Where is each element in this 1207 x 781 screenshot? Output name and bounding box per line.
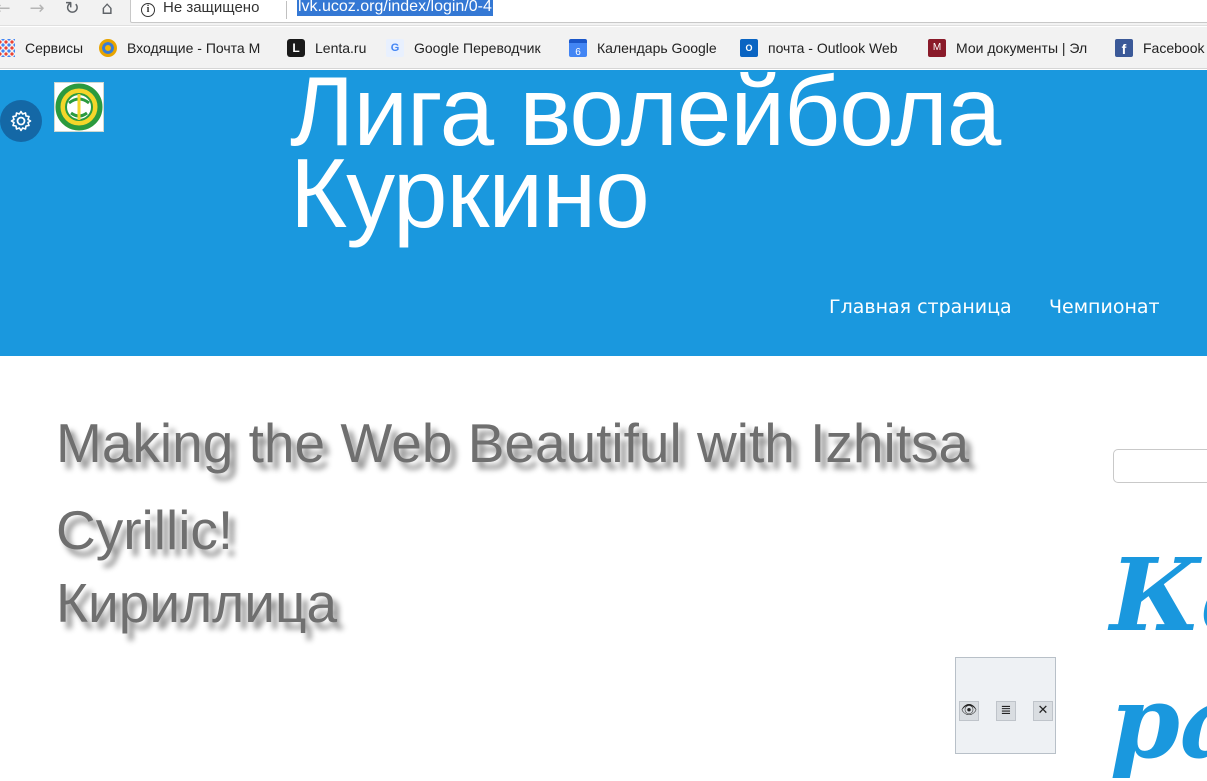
sidebar-decorative-heading-line2: ра	[1110, 663, 1207, 781]
bookmark-google-translate[interactable]: G Google Переводчик	[386, 38, 556, 58]
bookmark-lenta[interactable]: L Lenta.ru	[287, 38, 373, 58]
bookmark-google-calendar[interactable]: 6 Календарь Google	[569, 38, 729, 58]
bookmark-label: Мои документы | Эл	[956, 40, 1088, 56]
url-text[interactable]: lvk.ucoz.org/index/login/0-4	[297, 0, 493, 16]
apps-icon	[0, 39, 15, 57]
eye-icon[interactable]: 👁	[959, 701, 979, 721]
site-title[interactable]: Лига волейбола Куркино	[290, 62, 1001, 242]
bookmark-facebook[interactable]: f Facebook	[1115, 38, 1207, 58]
info-icon[interactable]: i	[141, 3, 155, 17]
sidebar-search-input[interactable]	[1113, 449, 1207, 483]
url-bar[interactable]: i Не защищено lvk.ucoz.org/index/login/0…	[130, 0, 1207, 23]
site-logo[interactable]	[54, 82, 104, 132]
home-icon[interactable]: ⌂	[96, 0, 118, 20]
bookmark-label: Календарь Google	[597, 40, 717, 56]
outlook-icon: O	[740, 39, 758, 57]
bookmark-documents[interactable]: M Мои документы | Эл	[928, 38, 1098, 58]
browser-address-bar: ← → ↻ ⌂ i Не защищено lvk.ucoz.org/index…	[0, 0, 1207, 26]
bookmark-label: Входящие - Почта М	[127, 40, 261, 56]
url-divider	[286, 1, 287, 19]
documents-icon: M	[928, 39, 946, 57]
post-title-line3: Кириллица	[56, 572, 338, 634]
post-title: Making the Web Beautiful with Izhitsa Cy…	[56, 400, 1076, 647]
list-icon[interactable]: ≣	[996, 701, 1016, 721]
google-calendar-icon: 6	[569, 39, 587, 58]
bookmark-label: Google Переводчик	[414, 40, 541, 56]
mail-icon	[99, 39, 117, 57]
volleyball-league-logo	[55, 83, 103, 131]
floating-toolbar: 👁 ≣ ✕	[955, 657, 1056, 754]
lenta-icon: L	[287, 39, 305, 57]
google-translate-icon: G	[386, 39, 404, 57]
bookmark-outlook[interactable]: O почта - Outlook Web	[740, 38, 910, 58]
gear-icon	[10, 110, 32, 132]
back-arrow-icon[interactable]: ←	[0, 0, 14, 20]
bookmark-label: Lenta.ru	[315, 40, 367, 56]
bookmark-inbox[interactable]: Входящие - Почта М	[99, 38, 271, 58]
bookmark-services[interactable]: Сервисы	[0, 38, 83, 58]
post-title-line1: Making the Web Beautiful with Izhitsa	[56, 412, 970, 474]
reload-icon[interactable]: ↻	[61, 0, 83, 20]
tools-icon[interactable]: ✕	[1033, 701, 1053, 721]
forward-arrow-icon[interactable]: →	[26, 0, 48, 20]
sidebar-decorative-heading-line1: Ка	[1110, 536, 1207, 654]
bookmark-label: почта - Outlook Web	[768, 40, 898, 56]
bookmark-label: Facebook	[1143, 40, 1205, 56]
settings-gear-button[interactable]	[0, 100, 42, 142]
nav-championship[interactable]: Чемпионат	[1049, 296, 1160, 318]
nav-home[interactable]: Главная страница	[829, 296, 1012, 318]
bookmark-label: Сервисы	[25, 40, 83, 56]
facebook-icon: f	[1115, 39, 1133, 57]
security-label[interactable]: Не защищено	[163, 0, 259, 16]
